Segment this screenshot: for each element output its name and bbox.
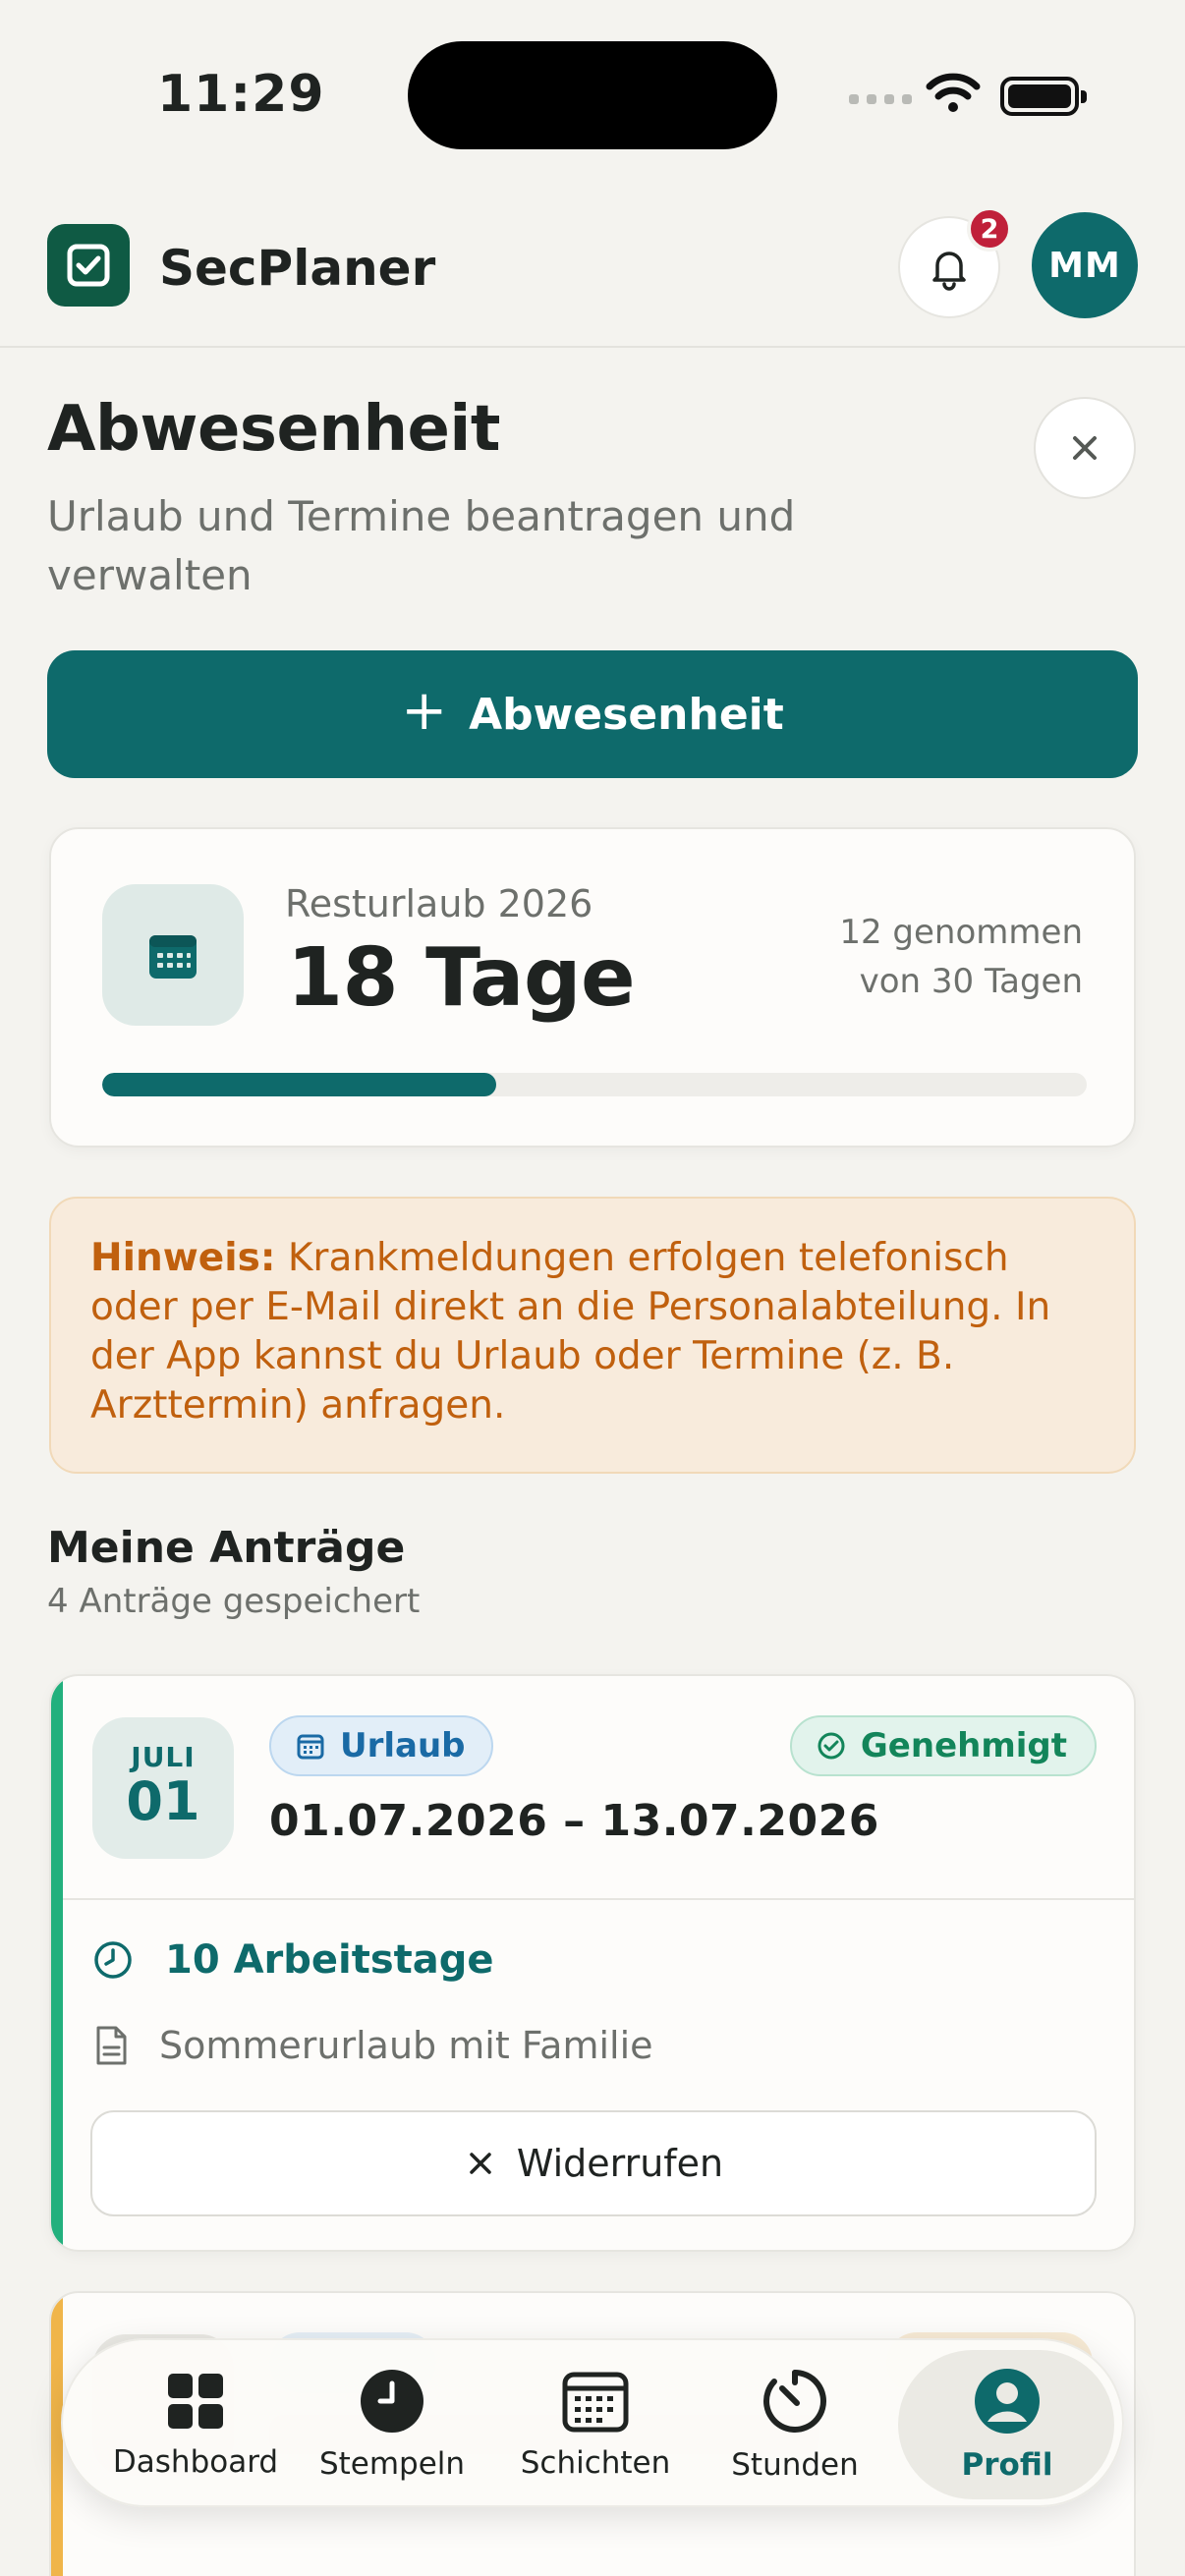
leave-progress-fill — [102, 1073, 496, 1096]
workdays-label: 10 Arbeitstage — [165, 1937, 494, 1983]
app-logo-icon — [47, 224, 130, 307]
add-absence-button[interactable]: + Abwesenheit — [47, 650, 1138, 778]
dynamic-island — [408, 41, 777, 149]
status-badge: Genehmigt — [789, 1715, 1097, 1776]
battery-icon — [1000, 77, 1087, 116]
document-icon — [96, 2026, 127, 2065]
tab-profil[interactable]: Profil — [914, 2340, 1100, 2509]
notice-prefix: Hinweis: — [90, 1236, 276, 1280]
bottom-tab-bar: Dashboard Stempeln Schichten Stunden Pro… — [61, 2338, 1124, 2507]
divider — [63, 1898, 1134, 1900]
remaining-leave-label: Resturlaub 2026 — [285, 882, 593, 925]
leave-total: von 30 Tagen — [859, 962, 1083, 1001]
profile-icon — [975, 2369, 1040, 2434]
tab-dashboard[interactable]: Dashboard — [102, 2340, 289, 2509]
withdraw-button[interactable]: Widerrufen — [90, 2110, 1097, 2216]
request-type-label: Urlaub — [340, 1726, 466, 1765]
status-time: 11:29 — [157, 65, 325, 124]
request-date-range: 01.07.2026 – 13.07.2026 — [269, 1796, 879, 1846]
calendar-small-icon — [297, 1734, 324, 1760]
status-stripe — [51, 1676, 63, 2250]
leave-taken: 12 genommen — [839, 913, 1083, 952]
clock-icon — [361, 2370, 423, 2433]
request-type-badge: Urlaub — [269, 1715, 493, 1776]
wifi-icon — [926, 73, 981, 112]
request-card[interactable]: JULI 01 Urlaub Genehmigt 01.07.2026 – 13… — [49, 1674, 1136, 2252]
bell-icon — [932, 252, 966, 291]
leave-usage-meta: 12 genommen von 30 Tagen — [839, 908, 1083, 1006]
plus-icon: + — [401, 679, 448, 743]
notification-badge: 2 — [967, 206, 1012, 252]
tab-label: Stempeln — [318, 2446, 466, 2482]
status-bar: 11:29 — [0, 0, 1185, 196]
calendar-icon — [102, 884, 244, 1026]
page-title: Abwesenheit — [47, 393, 500, 466]
check-circle-icon — [818, 1732, 845, 1760]
page: 11:29 SecPlaner 2 MM Abwesenheit Urlaub … — [0, 0, 1185, 2576]
request-date-tile: JULI 01 — [92, 1717, 234, 1859]
request-month: JULI — [131, 1741, 196, 1773]
request-note: Sommerurlaub mit Familie — [92, 2024, 653, 2067]
calendar-icon — [562, 2372, 629, 2433]
close-icon — [470, 2153, 491, 2174]
avatar[interactable]: MM — [1032, 212, 1138, 318]
timer-icon — [763, 2370, 826, 2433]
tab-stunden[interactable]: Stunden — [711, 2340, 878, 2509]
tab-label: Schichten — [520, 2445, 671, 2481]
cellular-signal-icon — [849, 94, 912, 104]
tab-schichten[interactable]: Schichten — [507, 2340, 684, 2509]
close-icon — [1073, 436, 1097, 460]
remaining-leave-card: Resturlaub 2026 18 Tage 12 genommen von … — [49, 827, 1136, 1148]
my-requests-title: Meine Anträge — [47, 1523, 406, 1573]
app-name: SecPlaner — [159, 240, 436, 297]
tab-label: Profil — [961, 2447, 1053, 2483]
withdraw-label: Widerrufen — [516, 2142, 724, 2185]
request-day: 01 — [126, 1770, 200, 1832]
note-text: Sommerurlaub mit Familie — [159, 2024, 653, 2067]
request-workdays: 10 Arbeitstage — [92, 1937, 494, 1983]
clock-icon — [94, 1941, 132, 1979]
sick-leave-notice: Hinweis: Krankmeldungen erfolgen telefon… — [49, 1197, 1136, 1474]
tab-stempeln[interactable]: Stempeln — [309, 2340, 476, 2509]
remaining-leave-value: 18 Tage — [287, 931, 636, 1025]
app-header: SecPlaner 2 MM — [0, 196, 1185, 348]
tab-label: Dashboard — [112, 2444, 279, 2480]
tab-label: Stunden — [731, 2447, 859, 2483]
dashboard-icon — [168, 2374, 223, 2429]
close-button[interactable] — [1034, 397, 1136, 499]
leave-progress-bar — [102, 1073, 1087, 1096]
my-requests-count: 4 Anträge gespeichert — [47, 1582, 421, 1621]
page-subtitle: Urlaub und Termine beantragen und verwal… — [47, 492, 796, 599]
add-absence-label: Abwesenheit — [469, 689, 784, 740]
status-label: Genehmigt — [860, 1726, 1067, 1765]
